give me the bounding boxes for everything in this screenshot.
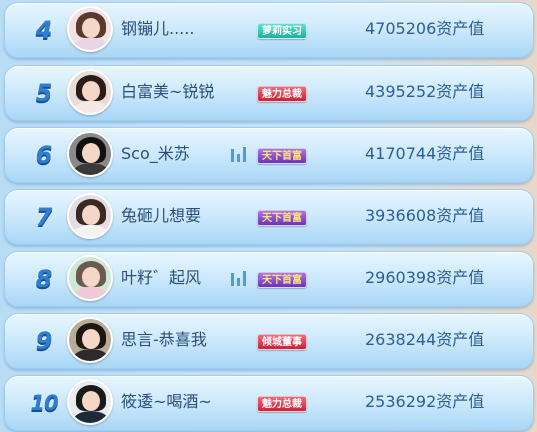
rank-number: 10	[30, 391, 58, 415]
avatar[interactable]	[67, 131, 113, 177]
leaderboard-row[interactable]: 8 叶籽゛起风 天下首富 2960398资产值	[4, 251, 534, 307]
leaderboard-row[interactable]: 9 思言-恭喜我 倾城董事 2638244资产值	[4, 313, 534, 369]
rank-number: 9	[35, 327, 53, 355]
user-name[interactable]: 兔砸儿想要	[121, 205, 201, 227]
rank-number: 5	[35, 79, 53, 107]
leaderboard-row[interactable]: 4 钢镚儿..... 萝莉实习 4705206资产值	[4, 2, 534, 58]
title-badge: 天下首富	[257, 148, 307, 164]
leaderboard-row[interactable]: 7 兔砸儿想要 天下首富 3936608资产值	[4, 189, 534, 245]
avatar-face	[82, 143, 100, 163]
leaderboard-row[interactable]: 5 白富美~锐锐 魅力总裁 4395252资产值	[4, 65, 534, 121]
avatar[interactable]	[67, 193, 113, 239]
leaderboard-row[interactable]: 6 Sco_米苏 天下首富 4170744资产值	[4, 127, 534, 183]
audio-bar	[231, 149, 234, 162]
user-name[interactable]: Sco_米苏	[121, 143, 190, 165]
title-badge: 魅力总裁	[257, 86, 307, 102]
user-name[interactable]: 白富美~锐锐	[121, 81, 214, 103]
user-name[interactable]: 思言-恭喜我	[121, 329, 207, 351]
avatar-body	[73, 349, 109, 361]
avatar[interactable]	[67, 317, 113, 363]
asset-value: 2638244资产值	[365, 330, 485, 349]
leaderboard-row[interactable]: 10 筱逶~喝酒~ 魅力总裁 2536292资产值	[4, 375, 534, 431]
user-name[interactable]: 钢镚儿.....	[121, 18, 194, 40]
audio-playing-icon	[231, 147, 247, 162]
asset-value: 2536292资产值	[365, 392, 485, 411]
asset-value: 2960398资产值	[365, 268, 485, 287]
avatar[interactable]	[67, 69, 113, 115]
avatar-body	[73, 225, 109, 237]
avatar-face	[82, 329, 100, 349]
audio-bar	[243, 271, 246, 286]
audio-bar	[231, 273, 234, 286]
rank-number: 7	[35, 203, 53, 231]
avatar-body	[73, 38, 109, 50]
leaderboard-list: 4 钢镚儿..... 萝莉实习 4705206资产值 5 白富美~锐锐 魅力总裁 43952…	[0, 0, 537, 432]
asset-value: 4705206资产值	[365, 19, 485, 38]
audio-bar	[243, 147, 246, 162]
title-badge: 萝莉实习	[257, 23, 307, 39]
avatar-face	[82, 267, 100, 287]
title-badge: 天下首富	[257, 210, 307, 226]
asset-value: 3936608资产值	[365, 206, 485, 225]
avatar-body	[73, 163, 109, 175]
audio-playing-icon	[231, 271, 247, 286]
asset-value: 4395252资产值	[365, 82, 485, 101]
asset-value: 4170744资产值	[365, 144, 485, 163]
title-badge: 天下首富	[257, 272, 307, 288]
rank-number: 4	[35, 16, 53, 44]
audio-bar	[237, 278, 240, 286]
avatar[interactable]	[67, 379, 113, 425]
avatar-face	[82, 81, 100, 101]
audio-bar	[237, 154, 240, 162]
avatar-face	[82, 391, 100, 411]
title-badge: 倾城董事	[257, 334, 307, 350]
avatar[interactable]	[67, 255, 113, 301]
user-name[interactable]: 筱逶~喝酒~	[121, 391, 212, 413]
avatar-face	[82, 18, 100, 38]
rank-number: 8	[35, 265, 53, 293]
avatar-face	[82, 205, 100, 225]
title-badge: 魅力总裁	[257, 396, 307, 412]
avatar[interactable]	[67, 6, 113, 52]
user-name[interactable]: 叶籽゛起风	[121, 267, 201, 289]
rank-number: 6	[35, 141, 53, 169]
avatar-body	[73, 411, 109, 423]
avatar-body	[73, 287, 109, 299]
avatar-body	[73, 101, 109, 113]
